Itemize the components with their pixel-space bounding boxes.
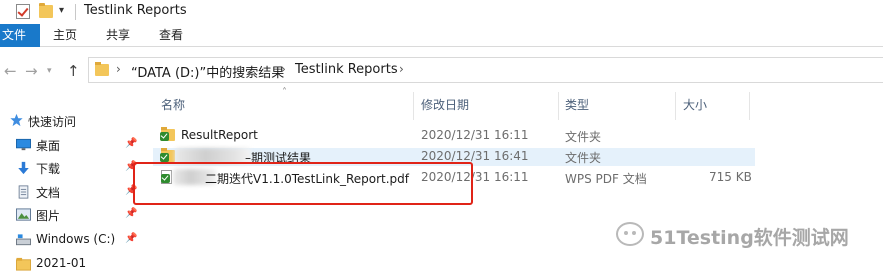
nav-item-label: 下载 — [36, 162, 61, 176]
column-header-date[interactable]: 修改日期 — [421, 96, 469, 113]
folder-icon — [160, 148, 175, 162]
address-bar[interactable]: › “DATA (D:)”中的搜索结果 › Testlink Reports › — [88, 57, 883, 83]
nav-item-label: 2021-01 — [36, 256, 87, 270]
title-bar: ▾ Testlink Reports — [0, 0, 883, 24]
tab-home[interactable]: 主页 — [53, 24, 77, 47]
file-type: WPS PDF 文档 — [565, 172, 647, 186]
file-row[interactable]: ResultReport 2020/12/31 16:11 文件夹 — [153, 127, 755, 145]
file-date: 2020/12/31 16:41 — [421, 149, 529, 163]
nav-item-label: 桌面 — [36, 139, 61, 153]
file-size: 715 KB — [709, 170, 752, 184]
nav-item-desktop[interactable]: 桌面 📌 — [0, 134, 145, 157]
nav-item-label: 快速访问 — [28, 115, 77, 129]
star-icon — [10, 113, 23, 127]
navigation-pane: 快速访问 桌面 📌 下载 📌 文档 📌 图片 📌 Windows (C:) 📌 … — [0, 92, 145, 277]
column-divider[interactable] — [413, 92, 414, 120]
pictures-icon — [16, 208, 31, 221]
column-divider[interactable] — [558, 92, 559, 120]
sync-check-icon — [160, 132, 169, 141]
recent-locations-chevron-icon[interactable]: ▾ — [47, 66, 52, 76]
breadcrumb-testlink-reports[interactable]: Testlink Reports — [295, 62, 398, 77]
nav-item-downloads[interactable]: 下载 📌 — [0, 157, 145, 180]
title-separator — [75, 4, 76, 20]
highlight-box — [133, 162, 473, 205]
column-header-type[interactable]: 类型 — [565, 96, 589, 113]
pin-icon[interactable]: 📌 — [125, 233, 137, 244]
sort-ascending-icon: ˄ — [282, 87, 287, 98]
folder-icon — [160, 127, 175, 141]
column-divider[interactable] — [749, 92, 750, 120]
column-header-size[interactable]: 大小 — [683, 96, 707, 113]
sync-check-icon — [160, 153, 169, 162]
nav-item-2021-01[interactable]: 2021-01 — [0, 253, 145, 276]
back-arrow-icon[interactable]: ← — [4, 62, 17, 80]
drive-icon — [16, 234, 31, 246]
window-title: Testlink Reports — [84, 3, 187, 18]
pin-icon[interactable]: 📌 — [125, 208, 137, 219]
file-type: 文件夹 — [565, 151, 602, 165]
tab-share[interactable]: 共享 — [106, 24, 130, 47]
file-name: ResultReport — [181, 128, 258, 142]
wechat-logo-icon — [616, 222, 644, 246]
watermark: 51Testing软件测试网 — [616, 220, 876, 250]
navigation-bar: ← → ▾ ↑ › “DATA (D:)”中的搜索结果 › Testlink R… — [0, 48, 883, 92]
breadcrumb-search-results[interactable]: “DATA (D:)”中的搜索结果 — [131, 62, 284, 81]
nav-item-label: Windows (C:) — [36, 232, 116, 246]
nav-item-quick-access[interactable]: 快速访问 — [0, 110, 145, 133]
nav-item-windows-c[interactable]: Windows (C:) 📌 — [0, 229, 145, 252]
forward-arrow-icon[interactable]: → — [25, 62, 38, 80]
download-icon — [18, 161, 29, 175]
nav-item-pictures[interactable]: 图片 📌 — [0, 204, 145, 227]
column-header-name[interactable]: 名称 — [161, 96, 185, 113]
up-arrow-icon[interactable]: ↑ — [67, 62, 80, 80]
customize-quick-access-dropdown[interactable]: ▾ — [59, 5, 64, 16]
tab-file[interactable]: 文件 — [0, 24, 40, 47]
nav-item-documents[interactable]: 文档 📌 — [0, 181, 145, 204]
watermark-text: 51Testing软件测试网 — [650, 227, 849, 249]
file-date: 2020/12/31 16:11 — [421, 128, 529, 142]
new-folder-icon[interactable] — [39, 3, 53, 18]
tab-view[interactable]: 查看 — [159, 24, 183, 47]
chevron-right-icon[interactable]: › — [281, 62, 286, 76]
ribbon-tabs: 文件 主页 共享 查看 — [0, 24, 883, 47]
chevron-right-icon[interactable]: › — [116, 62, 121, 76]
nav-item-label: 图片 — [36, 209, 61, 223]
folder-icon — [16, 257, 31, 271]
file-type: 文件夹 — [565, 130, 602, 144]
column-divider[interactable] — [675, 92, 676, 120]
properties-check-icon[interactable] — [16, 4, 30, 19]
folder-icon — [95, 62, 109, 76]
document-icon — [18, 185, 29, 199]
nav-item-label: 文档 — [36, 186, 61, 200]
desktop-icon — [16, 138, 31, 151]
pin-icon[interactable]: 📌 — [125, 138, 137, 149]
chevron-right-icon[interactable]: › — [399, 62, 404, 76]
